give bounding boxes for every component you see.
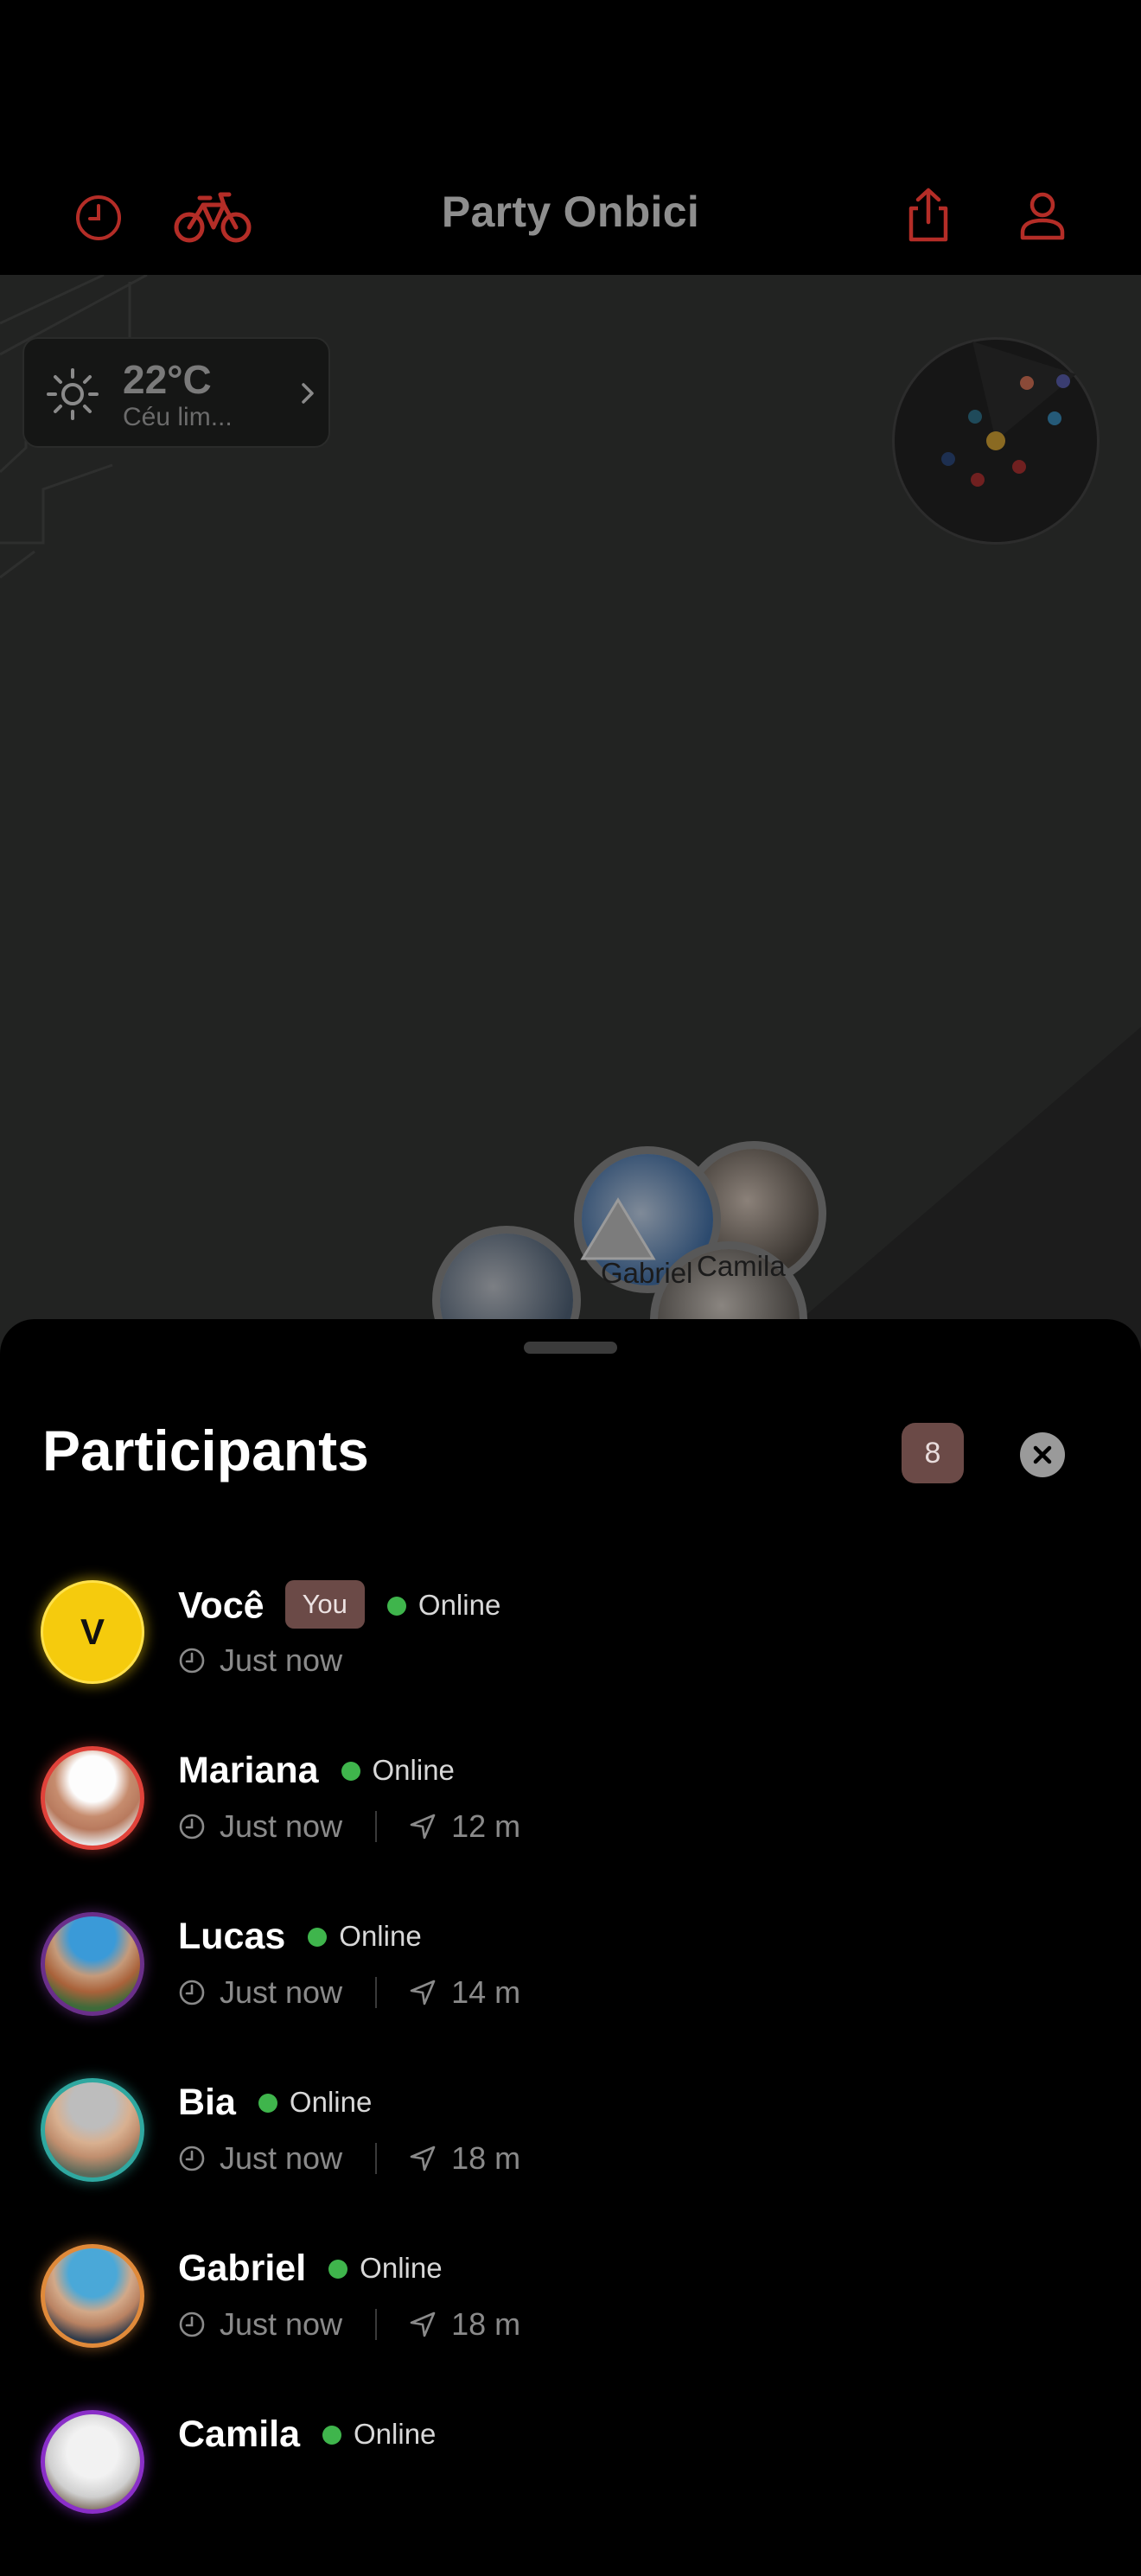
distance: 18 m: [451, 2140, 521, 2176]
you-badge: You: [284, 1580, 365, 1629]
online-dot: [322, 2425, 342, 2445]
avatar: [41, 2078, 144, 2182]
status-badge: Online: [258, 2086, 372, 2119]
participants-sheet: Participants 8 V Você You Online Just now …: [0, 1319, 1141, 2514]
distance: 18 m: [451, 2306, 521, 2342]
weather-temperature: 22°C: [123, 357, 212, 402]
drag-handle[interactable]: [524, 1342, 617, 1354]
avatar: [41, 2410, 144, 2514]
status-badge: Online: [386, 1589, 500, 1622]
status-badge: Online: [322, 2418, 436, 2451]
last-seen: Just now: [220, 1974, 343, 2010]
online-dot: [258, 2093, 277, 2113]
distance: 14 m: [451, 1974, 521, 2010]
last-seen: Just now: [220, 2140, 343, 2176]
distance: 12 m: [451, 1808, 521, 1844]
weather-widget[interactable]: 22°C Céu lim...: [22, 337, 330, 448]
divider: [375, 2309, 378, 2340]
participant-row[interactable]: V Você You Online Just now: [0, 1580, 1141, 1746]
status-badge: Online: [328, 2252, 443, 2285]
divider: [375, 1811, 378, 1842]
sun-icon: [47, 368, 99, 420]
location-arrow-icon: [410, 2146, 436, 2171]
clock-icon: [179, 1648, 205, 1674]
participant-count-badge: 8: [902, 1423, 964, 1483]
participant-name: Mariana: [178, 1750, 319, 1791]
participant-name: Lucas: [178, 1916, 286, 1957]
participant-name: Camila: [178, 2413, 301, 2455]
page-title: Party Onbici: [441, 188, 700, 236]
sheet-title: Participants: [42, 1419, 369, 1482]
participant-row[interactable]: Mariana Online Just now 12 m: [0, 1746, 1141, 1912]
avatar: [41, 2244, 144, 2348]
profile-icon[interactable]: [1017, 190, 1068, 242]
online-dot: [308, 1927, 328, 1947]
close-icon: [1033, 1445, 1052, 1464]
close-button[interactable]: [1020, 1432, 1065, 1477]
navigation-arrow-icon: [580, 1197, 656, 1260]
participant-row[interactable]: Gabriel Online Just now 18 m: [0, 2244, 1141, 2410]
participant-name: Bia: [178, 2082, 236, 2123]
map-view[interactable]: 22°C Céu lim... Gabriel Camila: [0, 275, 1141, 1399]
divider: [375, 1977, 378, 2008]
avatar: V: [41, 1580, 144, 1684]
top-bar: Party Onbici: [0, 0, 1141, 275]
online-dot: [328, 2259, 348, 2279]
status-badge: Online: [341, 1754, 455, 1787]
clock-icon: [179, 2146, 205, 2171]
share-icon[interactable]: [902, 187, 954, 244]
avatar: [41, 1746, 144, 1850]
location-arrow-icon: [410, 1980, 436, 2005]
location-arrow-icon: [410, 2311, 436, 2337]
participant-row[interactable]: Lucas Online Just now 14 m: [0, 1912, 1141, 2078]
chevron-right-icon: [302, 383, 314, 404]
weather-condition: Céu lim...: [123, 403, 233, 431]
participant-name: Você: [178, 1584, 265, 1627]
clock-icon: [179, 1980, 205, 2005]
location-arrow-icon: [410, 1814, 436, 1840]
map-pin-label-camila: Camila: [697, 1250, 786, 1282]
map-pin-label-gabriel: Gabriel: [601, 1257, 693, 1289]
online-dot: [341, 1761, 360, 1781]
participant-row[interactable]: Camila Online: [0, 2410, 1141, 2576]
avatar-initial: V: [80, 1611, 105, 1652]
clock-icon: [179, 2311, 205, 2337]
last-seen: Just now: [220, 1642, 343, 1678]
participants-radar[interactable]: [892, 337, 1100, 545]
clock-icon: [179, 1814, 205, 1840]
participant-row[interactable]: Bia Online Just now 18 m: [0, 2078, 1141, 2244]
online-dot: [386, 1597, 406, 1616]
divider: [375, 2143, 378, 2174]
avatar: [41, 1912, 144, 2016]
status-badge: Online: [308, 1920, 422, 1953]
participant-name: Gabriel: [178, 2248, 307, 2289]
last-seen: Just now: [220, 1808, 343, 1844]
last-seen: Just now: [220, 2306, 343, 2342]
